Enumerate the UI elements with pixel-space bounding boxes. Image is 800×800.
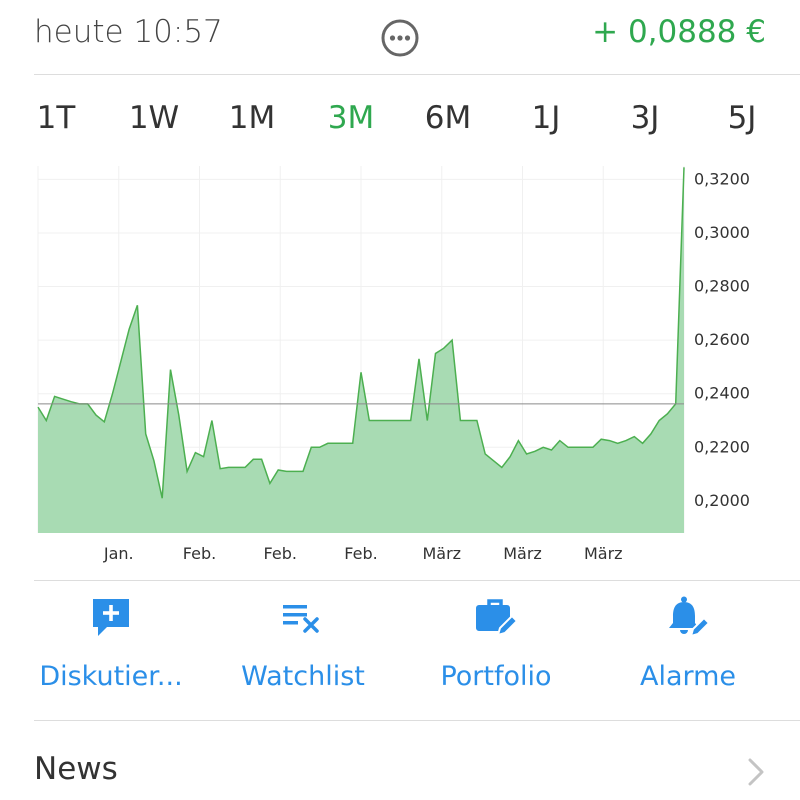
divider bbox=[34, 74, 800, 75]
top-bar: heute 10:57 + 0,0888 € bbox=[0, 0, 800, 74]
alarm-label: Alarme bbox=[639, 661, 737, 692]
timestamp: heute 10:57 bbox=[34, 14, 223, 50]
news-title: News bbox=[34, 751, 118, 787]
alarm-button[interactable]: Alarme bbox=[593, 595, 783, 692]
tab-1j[interactable]: 1J bbox=[532, 100, 561, 136]
more-horizontal-circle-icon[interactable] bbox=[380, 18, 420, 58]
range-tabs: 1T 1W 1M 3M 6M 1J 3J 5J bbox=[0, 100, 800, 150]
x-tick-label: Feb. bbox=[344, 544, 377, 563]
tab-3j[interactable]: 3J bbox=[631, 100, 660, 136]
x-tick-label: März bbox=[584, 544, 623, 563]
action-bar: Diskutier... Watchlist Portfolio Alarme bbox=[0, 595, 800, 705]
y-tick-label: 0,2200 bbox=[694, 437, 750, 456]
price-chart[interactable]: 0,3200 0,3000 0,2800 0,2600 0,2400 0,2200 0,20… bbox=[0, 160, 800, 580]
watchlist-remove-icon bbox=[283, 605, 319, 633]
tab-5j[interactable]: 5J bbox=[728, 100, 757, 136]
divider bbox=[34, 720, 800, 721]
news-row[interactable]: News bbox=[0, 735, 800, 800]
y-tick-label: 0,2400 bbox=[694, 384, 750, 403]
chat-plus-icon bbox=[93, 599, 129, 636]
discuss-button[interactable]: Diskutier... bbox=[16, 595, 206, 692]
tab-6m[interactable]: 6M bbox=[425, 100, 471, 136]
tab-1m[interactable]: 1M bbox=[229, 100, 275, 136]
x-tick-label: März bbox=[503, 544, 542, 563]
y-tick-label: 0,2000 bbox=[694, 491, 750, 510]
briefcase-edit-icon bbox=[476, 599, 518, 637]
watchlist-button[interactable]: Watchlist bbox=[208, 595, 398, 692]
tab-1w[interactable]: 1W bbox=[129, 100, 179, 136]
chevron-right-icon bbox=[748, 758, 764, 786]
price-change: + 0,0888 € bbox=[592, 14, 766, 50]
x-tick-label: März bbox=[422, 544, 461, 563]
bell-edit-icon bbox=[669, 596, 710, 638]
tab-3m[interactable]: 3M bbox=[328, 100, 374, 136]
y-tick-label: 0,2600 bbox=[694, 330, 750, 349]
portfolio-label: Portfolio bbox=[440, 661, 552, 692]
x-tick-label: Feb. bbox=[264, 544, 297, 563]
x-tick-label: Jan. bbox=[103, 544, 134, 563]
watchlist-label: Watchlist bbox=[241, 661, 365, 692]
y-tick-label: 0,2800 bbox=[694, 277, 750, 296]
y-tick-label: 0,3200 bbox=[694, 169, 750, 188]
divider bbox=[34, 580, 800, 581]
y-tick-label: 0,3000 bbox=[694, 223, 750, 242]
tab-1t[interactable]: 1T bbox=[37, 100, 76, 136]
x-tick-label: Feb. bbox=[183, 544, 216, 563]
portfolio-button[interactable]: Portfolio bbox=[401, 595, 591, 692]
discuss-label: Diskutier... bbox=[39, 661, 183, 692]
